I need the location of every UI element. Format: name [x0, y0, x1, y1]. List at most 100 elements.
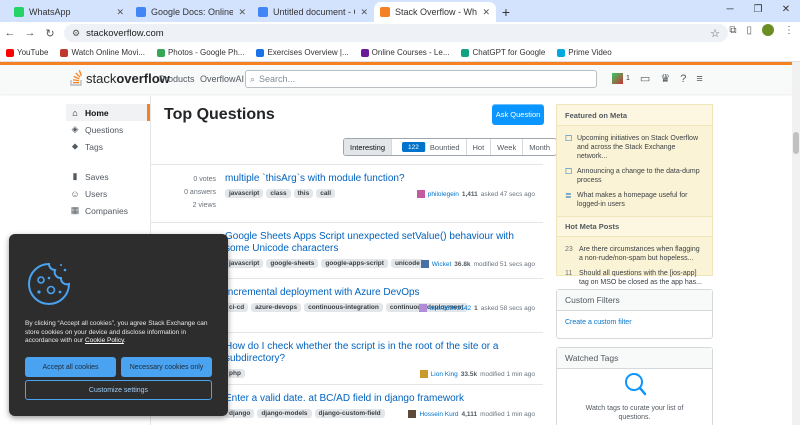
search-input[interactable]: ⌕ Search...: [245, 70, 597, 88]
site-info-icon[interactable]: ⚙: [72, 28, 80, 39]
bookmark-star-icon[interactable]: ☆: [710, 27, 720, 40]
tab-month[interactable]: Month: [523, 139, 556, 155]
extensions-icon[interactable]: ⧉: [729, 25, 736, 36]
inbox-icon[interactable]: ▭: [640, 72, 650, 85]
create-filter-link[interactable]: Create a custom filter: [557, 311, 712, 334]
tab-close-icon[interactable]: ✕: [238, 7, 246, 18]
tag-chip[interactable]: django-models: [257, 409, 312, 418]
tab-week[interactable]: Week: [491, 139, 524, 155]
author-avatar[interactable]: [408, 410, 417, 418]
sidebar-item-tags[interactable]: ⬥ Tags: [66, 138, 150, 155]
reload-icon[interactable]: ↻: [40, 27, 60, 40]
user-avatar: [612, 73, 623, 84]
nav-overflowai[interactable]: OverflowAI: [200, 74, 244, 84]
tag-chip[interactable]: django: [225, 409, 255, 418]
achievements-icon[interactable]: ♛: [660, 72, 670, 85]
tab-favicon-icon: [14, 7, 24, 17]
question-time[interactable]: modified 51 secs ago: [474, 261, 535, 268]
tag-chip[interactable]: django-custom-field: [314, 409, 385, 418]
featured-item[interactable]: ☐ Upcoming initiatives on Stack Overflow …: [557, 131, 712, 164]
question-title-link[interactable]: How do I check whether the script is in …: [225, 341, 525, 365]
accept-all-cookies-button[interactable]: Accept all cookies: [25, 357, 116, 377]
bookmark-item[interactable]: ChatGPT for Google: [461, 48, 545, 57]
question-time[interactable]: asked 47 secs ago: [481, 191, 535, 198]
tag-chip[interactable]: this: [293, 189, 314, 198]
hot-meta-item[interactable]: 11 Should all questions with the [ios-app…: [557, 266, 712, 290]
author-avatar[interactable]: [420, 260, 429, 268]
featured-item[interactable]: ☐ Announcing a change to the data-dump pr…: [557, 164, 712, 188]
author-avatar[interactable]: [418, 304, 427, 312]
author-name[interactable]: philolegein: [428, 191, 459, 198]
tab-close-icon[interactable]: ✕: [116, 7, 124, 18]
author-avatar[interactable]: [416, 190, 425, 198]
new-tab-button[interactable]: +: [496, 2, 516, 22]
question-time[interactable]: modified 1 min ago: [480, 371, 535, 378]
bookmark-item[interactable]: Exercises Overview |...: [256, 48, 349, 57]
browser-tab[interactable]: Google Docs: Online Documen ✕: [130, 2, 252, 22]
tag-chip[interactable]: google-sheets: [266, 259, 319, 268]
tag-chip[interactable]: google-apps-script: [321, 259, 388, 268]
featured-list: ☐ Upcoming initiatives on Stack Overflow …: [557, 126, 712, 212]
bookmark-item[interactable]: Watch Online Movi...: [60, 48, 145, 57]
tag-chip[interactable]: call: [316, 189, 336, 198]
sidepanel-icon[interactable]: ▯: [746, 25, 752, 36]
tab-bountied[interactable]: 122 Bountied: [392, 139, 467, 155]
bookmark-item[interactable]: Photos - Google Ph...: [156, 48, 244, 57]
sidebar-item-questions[interactable]: ◈ Questions: [66, 121, 150, 138]
tag-chip[interactable]: class: [266, 189, 291, 198]
back-icon[interactable]: ←: [0, 27, 20, 39]
sidebar-item-home[interactable]: ⌂ Home: [66, 104, 150, 121]
tag-chip[interactable]: javascript: [225, 259, 264, 268]
tag-chip[interactable]: unicode: [390, 259, 424, 268]
scrollbar-thumb[interactable]: [793, 132, 799, 154]
browser-tab[interactable]: Stack Overflow - Where Develo ✕: [374, 2, 496, 22]
address-bar[interactable]: ⚙ stackoverflow.com ☆: [64, 24, 728, 42]
tab-close-icon[interactable]: ✕: [482, 7, 490, 18]
site-switcher-icon[interactable]: ≡: [696, 73, 702, 85]
question-title-link[interactable]: Google Sheets Apps Script unexpected set…: [225, 231, 525, 255]
sidebar-item-users[interactable]: ☺ Users: [66, 185, 150, 202]
minimize-icon[interactable]: ─: [716, 0, 744, 22]
help-icon[interactable]: ?: [680, 73, 686, 85]
author-reputation: 33.5k: [460, 370, 478, 378]
author-name[interactable]: Lion King: [431, 371, 458, 378]
question-title-link[interactable]: multiple `thisArg`s with module function…: [225, 173, 525, 185]
author-name[interactable]: user26393142: [430, 305, 472, 312]
tab-interesting[interactable]: Interesting: [344, 139, 393, 155]
ask-question-button[interactable]: Ask Question: [492, 104, 544, 125]
question-title-link[interactable]: Incremental deployment with Azure DevOps: [225, 287, 525, 299]
so-logo[interactable]: stack overflow: [70, 70, 170, 86]
necessary-cookies-button[interactable]: Necessary cookies only: [121, 357, 212, 377]
profile-avatar[interactable]: [762, 24, 774, 36]
tab-hot[interactable]: Hot: [467, 139, 492, 155]
tag-chip[interactable]: ci-cd: [225, 303, 249, 312]
question-title-link[interactable]: Enter a valid date. at BC/AD field in dj…: [225, 393, 525, 405]
author-name[interactable]: Wicket: [432, 261, 452, 268]
author-avatar[interactable]: [419, 370, 428, 378]
featured-item[interactable]: ≣ What makes a homepage useful for logged…: [557, 188, 712, 212]
tab-close-icon[interactable]: ✕: [360, 7, 368, 18]
bookmark-item[interactable]: YouTube: [6, 48, 48, 57]
page-scrollbar[interactable]: [792, 62, 800, 425]
bookmark-item[interactable]: Online Courses - Le...: [360, 48, 449, 57]
close-window-icon[interactable]: ✕: [772, 0, 800, 22]
tag-chip[interactable]: continuous-integration: [304, 303, 383, 312]
question-time[interactable]: modified 1 min ago: [480, 411, 535, 418]
nav-products[interactable]: Products: [159, 74, 195, 84]
bookmark-item[interactable]: Prime Video: [557, 48, 612, 57]
maximize-icon[interactable]: ❐: [744, 0, 772, 22]
customize-settings-button[interactable]: Customize settings: [25, 380, 212, 400]
menu-kebab-icon[interactable]: ⋮: [784, 25, 794, 36]
sidebar-item-saves[interactable]: ▮ Saves: [66, 168, 150, 185]
sidebar-item-companies[interactable]: ▦ Companies: [66, 202, 150, 219]
tag-chip[interactable]: javascript: [225, 189, 264, 198]
author-name[interactable]: Hossein Kurd: [419, 411, 458, 418]
tag-chip[interactable]: azure-devops: [251, 303, 302, 312]
browser-tab[interactable]: WhatsApp ✕: [8, 2, 130, 22]
browser-tab[interactable]: Untitled document - Google D ✕: [252, 2, 374, 22]
question-time[interactable]: asked 58 secs ago: [481, 305, 535, 312]
cookie-policy-link[interactable]: Cookie Policy: [85, 337, 124, 344]
user-profile[interactable]: 1: [612, 73, 630, 84]
hot-meta-item[interactable]: 23 Are there circumstances when flagging …: [557, 242, 712, 266]
forward-icon[interactable]: →: [20, 27, 40, 39]
